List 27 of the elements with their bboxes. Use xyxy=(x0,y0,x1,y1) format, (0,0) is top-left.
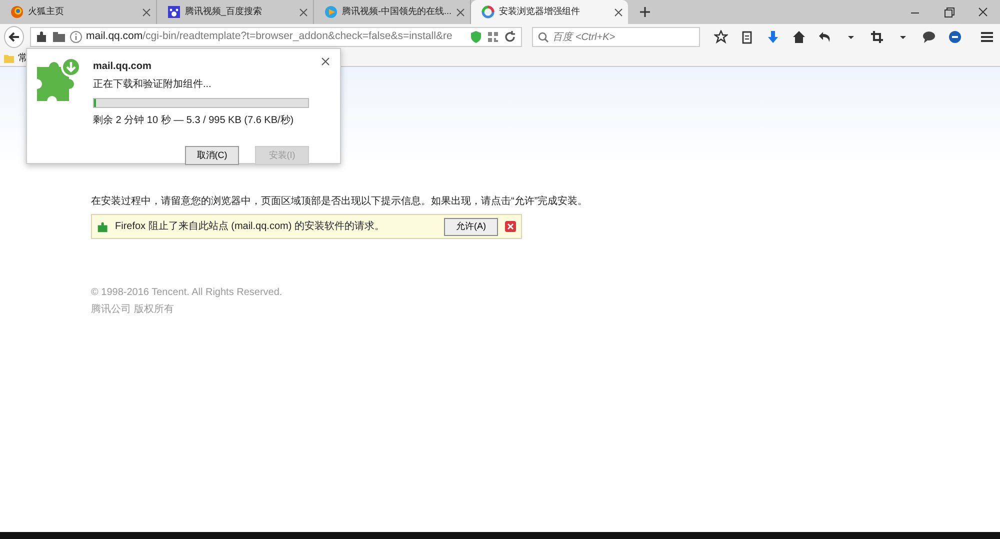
close-icon[interactable] xyxy=(614,6,623,18)
close-icon[interactable] xyxy=(321,55,330,67)
search-field[interactable]: 百度 <Ctrl+K> xyxy=(532,27,700,47)
notification-text: Firefox 阻止了来自此站点 (mail.qq.com) 的安装软件的请求。 xyxy=(115,220,384,234)
paw-icon xyxy=(167,5,181,19)
globe-icon xyxy=(10,5,24,19)
play-icon xyxy=(324,5,338,19)
cancel-button[interactable]: 取消(C) xyxy=(185,146,239,165)
close-icon[interactable] xyxy=(504,220,516,232)
footer-text: 腾讯公司 版权所有 xyxy=(91,302,175,317)
bookmark-item[interactable]: 常 xyxy=(4,50,28,66)
status-text: 正在下载和验证附加组件... xyxy=(93,78,212,92)
puzzle-icon xyxy=(97,220,109,232)
url-text: mail.qq.com/cgi-bin/readtemplate?t=browser_addon&check=false&s=install&re xyxy=(86,29,454,44)
progress-text: 剩余 2 分钟 10 秒 — 5.3 / 995 KB (7.6 KB/秒) xyxy=(93,114,295,128)
folder-icon xyxy=(4,54,14,62)
close-icon[interactable] xyxy=(142,6,151,18)
allow-button[interactable]: 允许(A) xyxy=(444,218,498,236)
close-icon[interactable] xyxy=(456,6,465,18)
back-icon[interactable] xyxy=(4,26,24,48)
instruction-text: 在安装过程中，请留意您的浏览器中，页面区域顶部是否出现以下提示信息。如果出现，请点击“允许”完成安装。 xyxy=(91,194,589,209)
host-title: mail.qq.com xyxy=(93,60,152,74)
footer-text: © 1998-2016 Tencent. All Rights Reserved. xyxy=(91,286,284,300)
browser-tab[interactable]: 安装浏览器增强组件 xyxy=(471,0,628,24)
puzzle-download-icon xyxy=(35,57,81,103)
close-icon[interactable] xyxy=(299,6,308,18)
ring-icon xyxy=(481,5,495,19)
